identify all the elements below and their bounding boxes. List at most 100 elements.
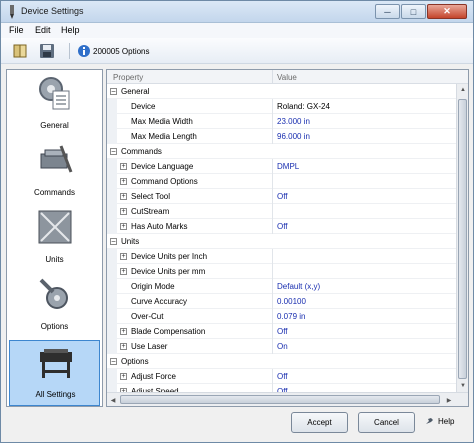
row-gutter: [107, 189, 117, 204]
property-row[interactable]: + Command Options: [107, 174, 456, 189]
sidebar-item-options[interactable]: Options: [9, 273, 100, 339]
vertical-scroll-thumb[interactable]: [458, 99, 467, 379]
property-row[interactable]: Origin Mode Default (x,y): [107, 279, 456, 294]
category-row[interactable]: − Options: [107, 354, 456, 369]
title-bar[interactable]: Device Settings ─ □ ✕: [1, 1, 473, 23]
info-button[interactable]: [75, 42, 93, 60]
collapse-icon[interactable]: −: [110, 238, 117, 246]
save-button[interactable]: [38, 42, 56, 60]
close-button[interactable]: ✕: [427, 4, 467, 19]
expand-icon[interactable]: +: [120, 328, 127, 335]
toolbar: 200005 Options: [1, 38, 473, 64]
property-row[interactable]: Max Media Width 23.000 in: [107, 114, 456, 129]
property-value[interactable]: Off: [277, 222, 288, 231]
row-gutter: [107, 264, 117, 279]
property-row[interactable]: + Device Units per mm: [107, 264, 456, 279]
vertical-scrollbar[interactable]: ▲ ▼: [456, 84, 468, 392]
cell-separator: [272, 114, 273, 129]
menu-help[interactable]: Help: [61, 25, 80, 35]
help-icon: [426, 418, 433, 424]
row-gutter: [107, 159, 117, 174]
property-name: Use Laser: [131, 342, 168, 351]
sidebar-item-general[interactable]: General: [9, 72, 100, 138]
category-row[interactable]: − General: [107, 84, 456, 99]
property-value[interactable]: 0.079 in: [277, 312, 305, 321]
property-row[interactable]: Over-Cut 0.079 in: [107, 309, 456, 324]
help-link[interactable]: Help: [425, 416, 454, 426]
scroll-down-icon[interactable]: ▼: [457, 380, 468, 392]
open-book-button[interactable]: [11, 42, 29, 60]
horizontal-scroll-thumb[interactable]: [120, 395, 440, 404]
property-value[interactable]: Roland: GX-24: [277, 102, 330, 111]
property-row[interactable]: + CutStream: [107, 204, 456, 219]
property-row[interactable]: Device Roland: GX-24: [107, 99, 456, 114]
sidebar-item-commands[interactable]: Commands: [9, 139, 100, 205]
book-icon: [13, 44, 27, 58]
column-header-property[interactable]: Property: [113, 73, 143, 82]
scroll-up-icon[interactable]: ▲: [457, 84, 468, 96]
property-name: Has Auto Marks: [131, 222, 188, 231]
property-name: Over-Cut: [131, 312, 164, 321]
cell-separator: [272, 264, 273, 279]
expand-icon[interactable]: +: [120, 343, 127, 350]
expand-icon[interactable]: +: [120, 223, 127, 230]
units-icon: [38, 210, 72, 244]
category-row[interactable]: − Units: [107, 234, 456, 249]
property-name: Origin Mode: [131, 282, 175, 291]
minimize-button[interactable]: ─: [375, 4, 400, 19]
expand-icon[interactable]: +: [120, 178, 127, 185]
sidebar-item-units[interactable]: Units: [9, 206, 100, 272]
property-row[interactable]: + Has Auto Marks Off: [107, 219, 456, 234]
collapse-icon[interactable]: −: [110, 148, 117, 156]
window-controls: ─ □ ✕: [375, 4, 467, 19]
collapse-icon[interactable]: −: [110, 358, 117, 366]
property-row[interactable]: + Device Units per Inch: [107, 249, 456, 264]
expand-icon[interactable]: +: [120, 208, 127, 215]
menu-file[interactable]: File: [9, 25, 24, 35]
menu-edit[interactable]: Edit: [35, 25, 51, 35]
property-value[interactable]: 0.00100: [277, 297, 306, 306]
row-gutter: [107, 324, 117, 339]
accept-button[interactable]: Accept: [291, 412, 348, 433]
column-header-value[interactable]: Value: [277, 73, 297, 82]
maximize-button[interactable]: □: [401, 4, 426, 19]
cell-separator: [272, 129, 273, 144]
property-row[interactable]: Curve Accuracy 0.00100: [107, 294, 456, 309]
cancel-button[interactable]: Cancel: [358, 412, 415, 433]
property-value[interactable]: DMPL: [277, 162, 299, 171]
category-label: Commands: [121, 147, 162, 156]
row-gutter: [107, 114, 117, 129]
property-row[interactable]: + Select Tool Off: [107, 189, 456, 204]
property-value[interactable]: On: [277, 342, 288, 351]
property-row[interactable]: + Blade Compensation Off: [107, 324, 456, 339]
expand-icon[interactable]: +: [120, 253, 127, 260]
property-value[interactable]: 23.000 in: [277, 117, 310, 126]
category-row[interactable]: − Commands: [107, 144, 456, 159]
property-value[interactable]: 96.000 in: [277, 132, 310, 141]
property-value[interactable]: Off: [277, 327, 288, 336]
cell-separator: [272, 324, 273, 339]
scroll-right-icon[interactable]: ▶: [443, 394, 455, 406]
menu-bar: File Edit Help: [1, 23, 473, 38]
property-row[interactable]: Max Media Length 96.000 in: [107, 129, 456, 144]
scroll-left-icon[interactable]: ◀: [107, 394, 119, 406]
expand-icon[interactable]: +: [120, 373, 127, 380]
collapse-icon[interactable]: −: [110, 88, 117, 96]
property-name: Blade Compensation: [131, 327, 206, 336]
property-value[interactable]: Default (x,y): [277, 282, 320, 291]
expand-icon[interactable]: +: [120, 268, 127, 275]
expand-icon[interactable]: +: [120, 193, 127, 200]
property-row[interactable]: + Adjust Force Off: [107, 369, 456, 384]
column-separator[interactable]: [272, 70, 273, 84]
horizontal-scrollbar[interactable]: ◀ ▶: [107, 392, 468, 406]
expand-icon[interactable]: +: [120, 163, 127, 170]
property-row[interactable]: + Device Language DMPL: [107, 159, 456, 174]
cell-separator: [272, 174, 273, 189]
row-gutter: [107, 174, 117, 189]
property-row[interactable]: + Use Laser On: [107, 339, 456, 354]
row-gutter: [107, 309, 117, 324]
property-value[interactable]: Off: [277, 192, 288, 201]
app-icon: [10, 5, 14, 19]
sidebar-item-all-settings[interactable]: All Settings: [9, 340, 100, 406]
property-value[interactable]: Off: [277, 372, 288, 381]
